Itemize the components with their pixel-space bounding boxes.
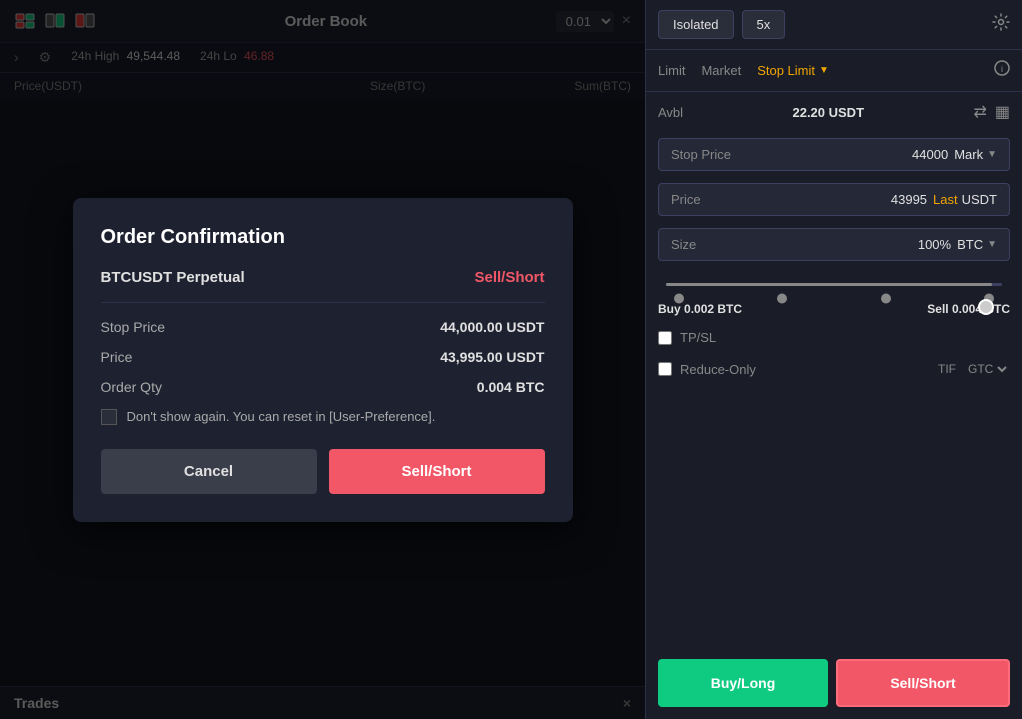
modal-price-label: Price xyxy=(101,349,133,365)
reduce-only-checkbox[interactable] xyxy=(658,362,672,376)
modal-qty-label: Order Qty xyxy=(101,379,162,395)
price-unit-currency: USDT xyxy=(962,192,997,207)
isolated-button[interactable]: Isolated xyxy=(658,10,734,39)
order-type-info-icon[interactable]: i xyxy=(994,60,1010,81)
sell-short-button[interactable]: Sell/Short xyxy=(836,659,1010,707)
modal-buttons: Cancel Sell/Short xyxy=(101,449,545,494)
avbl-label: Avbl xyxy=(658,105,683,120)
stop-price-label: Stop Price xyxy=(671,147,741,162)
slider-dots xyxy=(674,297,994,307)
main-layout: Order Book 0.01 0.05 0.10 × › ⚙ 24h High… xyxy=(0,0,1022,719)
modal-overlay: Order Confirmation BTCUSDT Perpetual Sel… xyxy=(0,0,645,719)
calculator-icon[interactable]: ▦ xyxy=(995,102,1010,122)
svg-text:i: i xyxy=(1001,64,1003,74)
modal-price-value: 43,995.00 USDT xyxy=(440,349,544,365)
size-input-group[interactable]: Size 100% BTC ▼ xyxy=(658,228,1010,261)
modal-price-row: Price 43,995.00 USDT xyxy=(101,349,545,365)
action-buttons: Buy/Long Sell/Short xyxy=(646,647,1022,719)
tab-limit[interactable]: Limit xyxy=(658,63,685,78)
tpsl-checkbox[interactable] xyxy=(658,331,672,345)
modal-checkbox-row: Don't show again. You can reset in [User… xyxy=(101,409,545,425)
price-input-group[interactable]: Price 43995 Last USDT xyxy=(658,183,1010,216)
modal-action-label: Sell/Short xyxy=(474,269,544,286)
dont-show-again-checkbox[interactable] xyxy=(101,409,117,425)
slider-fill xyxy=(666,283,992,286)
slider-row xyxy=(646,267,1022,296)
modal-divider xyxy=(101,302,545,303)
trading-settings-icon[interactable] xyxy=(992,13,1010,36)
right-panel: Isolated 5x Limit Market Stop Limit ▼ i xyxy=(645,0,1022,719)
slider-track xyxy=(666,283,1002,286)
modal-pair-name: BTCUSDT Perpetual xyxy=(101,269,245,286)
dropdown-arrow-icon: ▼ xyxy=(819,65,829,76)
reduce-only-checkbox-row: Reduce-Only TIF GTC IOC FOK xyxy=(646,353,1022,385)
buy-long-button[interactable]: Buy/Long xyxy=(658,659,828,707)
order-type-tabs: Limit Market Stop Limit ▼ i xyxy=(646,50,1022,92)
avbl-actions: ⇄ ▦ xyxy=(973,102,1010,122)
size-unit: BTC xyxy=(957,237,983,252)
size-dropdown-icon[interactable]: ▼ xyxy=(987,239,997,250)
left-panel: Order Book 0.01 0.05 0.10 × › ⚙ 24h High… xyxy=(0,0,645,719)
size-value: 100% xyxy=(741,237,951,252)
modal-title: Order Confirmation xyxy=(101,226,545,249)
trading-top: Isolated 5x xyxy=(646,0,1022,50)
slider-dot-25[interactable] xyxy=(777,294,787,304)
slider-dot-0[interactable] xyxy=(674,294,684,304)
tpsl-label: TP/SL xyxy=(680,330,716,345)
modal-qty-value: 0.004 BTC xyxy=(477,379,545,395)
stop-price-value: 44000 xyxy=(741,147,948,162)
tpsl-checkbox-row: TP/SL xyxy=(646,322,1022,353)
slider-handle[interactable] xyxy=(978,299,994,315)
price-label: Price xyxy=(671,192,741,207)
avbl-row: Avbl 22.20 USDT ⇄ ▦ xyxy=(646,92,1022,132)
modal-stop-price-row: Stop Price 44,000.00 USDT xyxy=(101,319,545,335)
dont-show-again-text: Don't show again. You can reset in [User… xyxy=(127,409,436,424)
stop-price-input-group[interactable]: Stop Price 44000 Mark ▼ xyxy=(658,138,1010,171)
tif-select[interactable]: GTC IOC FOK xyxy=(964,361,1010,377)
tab-stop-limit[interactable]: Stop Limit ▼ xyxy=(757,63,829,78)
order-confirmation-modal: Order Confirmation BTCUSDT Perpetual Sel… xyxy=(73,198,573,522)
modal-sell-short-button[interactable]: Sell/Short xyxy=(329,449,545,494)
stop-price-unit: Mark xyxy=(954,147,983,162)
modal-stop-price-value: 44,000.00 USDT xyxy=(440,319,544,335)
modal-pair-row: BTCUSDT Perpetual Sell/Short xyxy=(101,269,545,286)
reduce-only-label: Reduce-Only xyxy=(680,362,756,377)
tab-market[interactable]: Market xyxy=(701,63,741,78)
avbl-value: 22.20 USDT xyxy=(792,105,864,120)
modal-cancel-button[interactable]: Cancel xyxy=(101,449,317,494)
modal-stop-price-label: Stop Price xyxy=(101,319,166,335)
slider-dot-50[interactable] xyxy=(881,294,891,304)
leverage-button[interactable]: 5x xyxy=(742,10,786,39)
modal-qty-row: Order Qty 0.004 BTC xyxy=(101,379,545,395)
price-value: 43995 xyxy=(741,192,927,207)
price-unit-last: Last xyxy=(933,192,958,207)
stop-price-dropdown-icon[interactable]: ▼ xyxy=(987,149,997,160)
transfer-icon[interactable]: ⇄ xyxy=(973,102,986,122)
tif-label: TIF xyxy=(938,362,956,376)
size-label: Size xyxy=(671,237,741,252)
